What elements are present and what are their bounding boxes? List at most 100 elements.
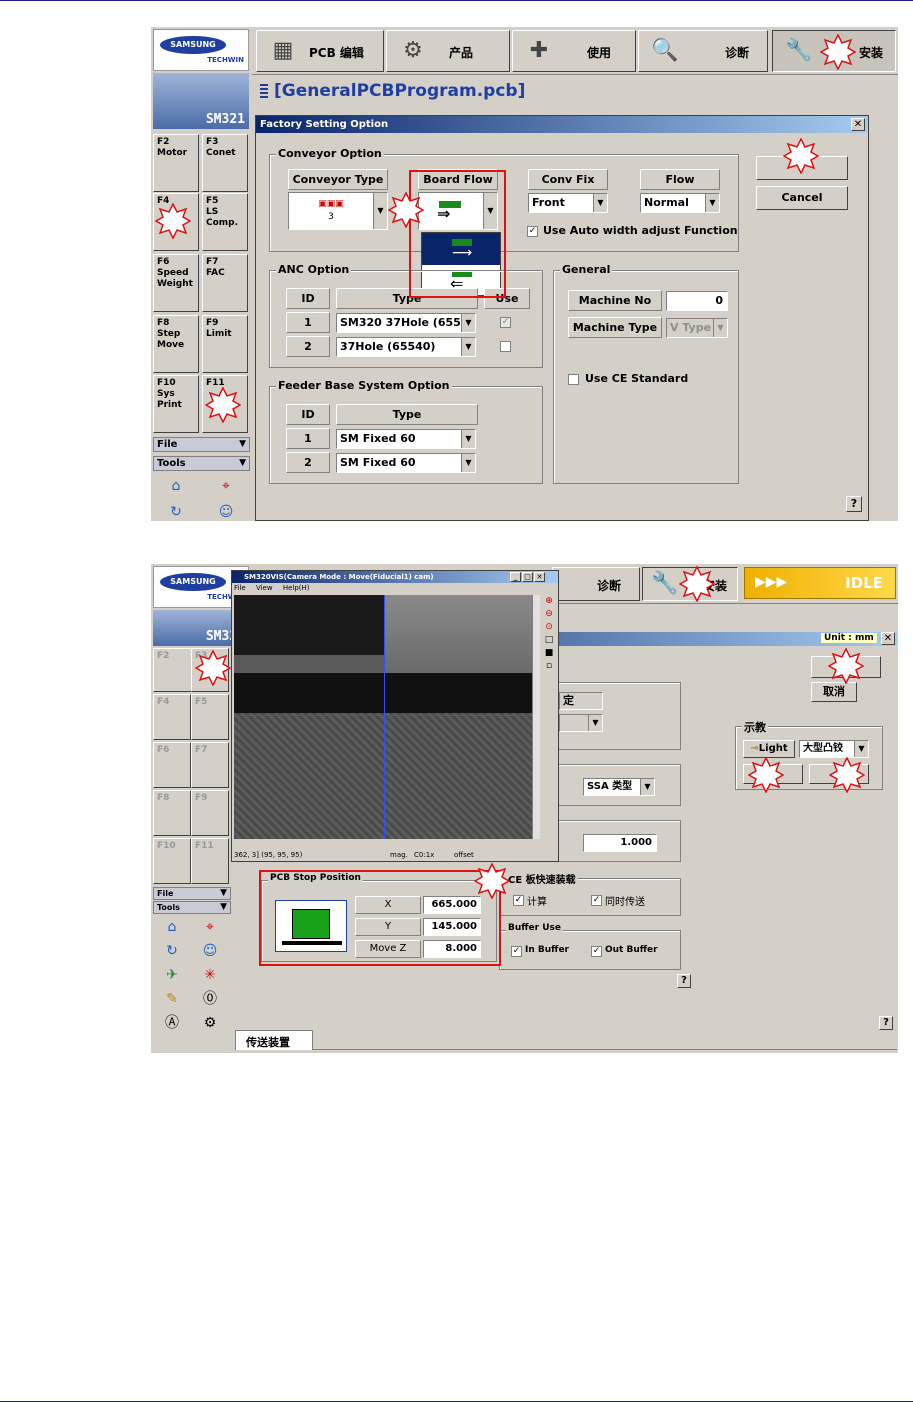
- cancel-button[interactable]: 取消: [811, 682, 857, 702]
- capture-icon[interactable]: ▫: [542, 660, 556, 673]
- fkey-disabled[interactable]: F9: [191, 790, 229, 836]
- fkey-f10[interactable]: F10 Sys Print: [153, 375, 199, 433]
- fiducial-icon[interactable]: ⌖: [199, 918, 221, 936]
- side-menu-tools[interactable]: Tools ▼: [153, 456, 250, 471]
- fkey-f3[interactable]: F3 Conet: [202, 134, 248, 192]
- zoom-in-icon[interactable]: ⊕: [542, 595, 556, 608]
- anc-row-id: 1: [286, 312, 330, 333]
- machine-no-field[interactable]: 0: [666, 291, 728, 311]
- home-icon[interactable]: ⌂: [165, 477, 187, 495]
- account-icon[interactable]: Ⓐ: [161, 1014, 183, 1032]
- anc-use-checkbox[interactable]: [500, 341, 511, 352]
- grip-icon: [260, 84, 268, 100]
- out-buffer-checkbox[interactable]: ✓: [591, 946, 602, 957]
- fill-icon[interactable]: ■: [542, 647, 556, 660]
- calc-label: 计算: [527, 897, 547, 908]
- conveyor-type-select[interactable]: ▣▣▣ 3 ▼: [288, 192, 388, 230]
- tab-strip-line: [313, 1049, 897, 1050]
- toolbar-product[interactable]: ⚙ 产品: [386, 30, 510, 72]
- ssa-type-select[interactable]: SSA 类型 ▼: [583, 778, 655, 796]
- conv-fix-select[interactable]: Front ▼: [528, 193, 608, 213]
- machine-icon[interactable]: ✈: [161, 966, 183, 984]
- light-button[interactable]: ⊸Light: [743, 740, 795, 758]
- feeder-type-select[interactable]: SM Fixed 60 ▼: [336, 429, 476, 449]
- axis-icon[interactable]: ✳: [199, 966, 221, 984]
- conveyor-tab[interactable]: 传送装置: [235, 1030, 313, 1050]
- program-title-bar: [GeneralPCBProgram.pcb]: [252, 75, 898, 109]
- toolbar-pcb-edit[interactable]: ▦ PCB 编辑: [256, 30, 384, 72]
- screenshot-conveyor: SAMSUNG TECHWIN SM321 F2 F3 F4 F5 F6 F7 …: [151, 564, 898, 1053]
- camera-scrollbar[interactable]: [532, 595, 540, 839]
- fkey-disabled[interactable]: F6: [153, 742, 191, 788]
- toolbar-use[interactable]: ✚ 使用: [512, 30, 636, 72]
- dropdown-arrow-icon: ▼: [461, 430, 475, 448]
- settings-icon[interactable]: ⚙: [199, 1014, 221, 1032]
- fkey-disabled[interactable]: F7: [191, 742, 229, 788]
- toolbar-diagnosis[interactable]: 🔍 诊断: [638, 30, 768, 72]
- fkey-disabled[interactable]: F11: [191, 838, 229, 884]
- callout-marker: [679, 566, 715, 602]
- cam-menu-file[interactable]: File: [234, 584, 246, 592]
- fkey-f2[interactable]: F2 Motor: [153, 134, 199, 192]
- callout-marker: [820, 34, 856, 70]
- camera-region-band: [234, 673, 532, 713]
- auto-width-checkbox[interactable]: ✓: [527, 226, 538, 237]
- fkey-f7[interactable]: F7 FAC: [202, 254, 248, 312]
- calc-checkbox[interactable]: ✓: [513, 895, 524, 906]
- callout-marker: [748, 757, 784, 793]
- tool-icon[interactable]: ↻: [165, 503, 187, 521]
- help-button[interactable]: ?: [846, 496, 862, 512]
- fkey-f6[interactable]: F6 Speed Weight: [153, 254, 199, 312]
- calibrate-icon[interactable]: ✎: [161, 990, 183, 1008]
- sync-label: 同时传送: [605, 897, 645, 908]
- fkey-disabled[interactable]: F10: [153, 838, 191, 884]
- cam-close-button[interactable]: ✕: [534, 572, 545, 582]
- shape-select[interactable]: 大型凸铰 ▼: [799, 740, 869, 758]
- help-button[interactable]: ?: [879, 1016, 893, 1030]
- home-icon[interactable]: ⌂: [161, 918, 183, 936]
- frame-icon[interactable]: □: [542, 634, 556, 647]
- partial-select[interactable]: ▼: [559, 714, 603, 732]
- flow-control-select[interactable]: Normal ▼: [640, 193, 720, 213]
- side-menu-file[interactable]: File ▼: [153, 887, 231, 900]
- help-button[interactable]: ?: [677, 974, 691, 988]
- panel-close-button[interactable]: ✕: [881, 632, 895, 645]
- cam-menu-view[interactable]: View: [256, 584, 273, 592]
- conveyor-type-header: Conveyor Type: [288, 169, 388, 190]
- tool-icon[interactable]: ↻: [161, 942, 183, 960]
- fkey-disabled[interactable]: F5: [191, 694, 229, 740]
- feeder-type-select[interactable]: SM Fixed 60 ▼: [336, 453, 476, 473]
- fkey-f8[interactable]: F8 Step Move: [153, 315, 199, 373]
- cancel-button[interactable]: Cancel: [756, 186, 848, 210]
- fkey-f9[interactable]: F9 Limit: [202, 315, 248, 373]
- fkey-disabled[interactable]: F8: [153, 790, 191, 836]
- anc-type-select[interactable]: 37Hole (65540) ▼: [336, 337, 476, 357]
- fkey-disabled[interactable]: F4: [153, 694, 191, 740]
- cam-menu-help[interactable]: Help(H): [283, 584, 310, 592]
- users-icon[interactable]: ☺: [199, 942, 221, 960]
- fiducial-icon[interactable]: ⌖: [215, 477, 237, 495]
- toolbar-diagnosis[interactable]: 诊断: [552, 567, 640, 601]
- side-menu-file[interactable]: File ▼: [153, 437, 250, 452]
- alarm-icon[interactable]: ⓪: [199, 990, 221, 1008]
- side-menu-tools[interactable]: Tools ▼: [153, 901, 231, 914]
- value-field[interactable]: 1.000: [583, 834, 657, 852]
- anc-use-checkbox[interactable]: ✓: [500, 317, 511, 328]
- fkey-f5[interactable]: F5 LS Comp.: [202, 193, 248, 251]
- cam-maximize-button[interactable]: □: [522, 572, 533, 582]
- users-icon[interactable]: ☺: [215, 503, 237, 521]
- cam-minimize-button[interactable]: _: [510, 572, 521, 582]
- dialog-close-button[interactable]: ✕: [851, 118, 865, 131]
- ce-standard-checkbox[interactable]: [568, 374, 579, 385]
- sync-checkbox[interactable]: ✓: [591, 895, 602, 906]
- anc-type-select[interactable]: SM320 37Hole (655 ▼: [336, 313, 476, 333]
- flow-control-header: Flow Control: [640, 169, 720, 206]
- zoom-fit-icon[interactable]: ⊙: [542, 621, 556, 634]
- zoom-out-icon[interactable]: ⊖: [542, 608, 556, 621]
- out-buffer-label: Out Buffer: [605, 945, 658, 955]
- install-icon: 🔧: [785, 38, 813, 63]
- in-buffer-checkbox[interactable]: ✓: [511, 946, 522, 957]
- dropdown-arrow-icon: ▼: [705, 194, 719, 212]
- camera-window: SM320VIS(Camera Mode : Move(Fiducial1) c…: [231, 570, 559, 862]
- machine-type-select[interactable]: V Type ▼: [666, 318, 728, 338]
